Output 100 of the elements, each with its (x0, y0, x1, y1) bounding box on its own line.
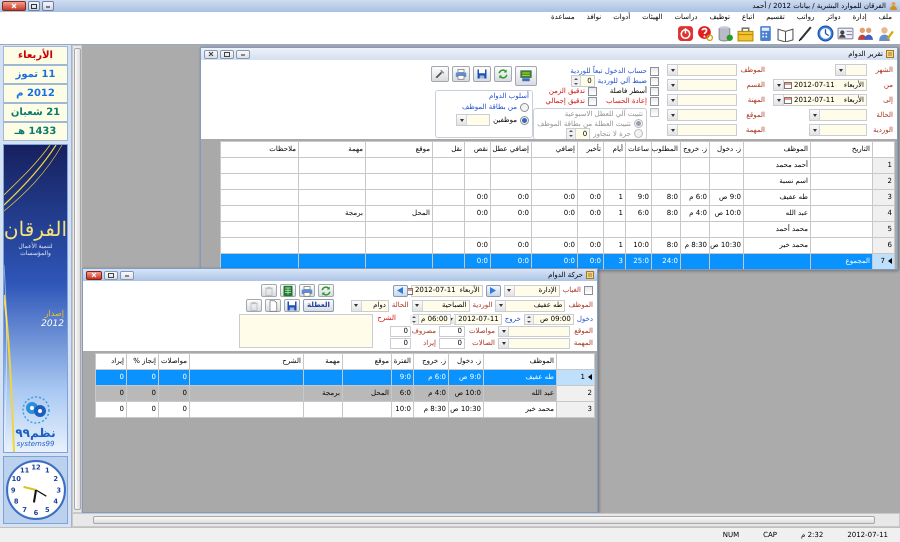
print-button[interactable] (298, 284, 315, 297)
save-icon (286, 300, 298, 312)
left-arrow-icon (397, 287, 404, 294)
spreadsheet-icon (282, 284, 294, 296)
users-icon[interactable] (857, 25, 874, 42)
table-cell (304, 402, 342, 418)
dropdown-field[interactable] (456, 114, 490, 126)
radio-button[interactable] (520, 116, 529, 125)
display-button[interactable] (515, 66, 537, 86)
checkbox[interactable] (650, 86, 659, 96)
delete-button[interactable] (246, 299, 262, 312)
table-cell (298, 190, 366, 206)
save-icon (476, 68, 488, 80)
minimize-button[interactable] (236, 50, 250, 58)
checkbox[interactable] (650, 76, 659, 86)
restore-button[interactable] (28, 0, 40, 11)
pen-icon[interactable] (797, 25, 814, 42)
close-button[interactable] (86, 270, 102, 280)
calculator-icon[interactable] (757, 25, 774, 42)
row-pointer-icon (888, 258, 892, 264)
table-cell (604, 158, 626, 174)
dropdown-field[interactable] (667, 79, 737, 91)
dropdown-field[interactable] (809, 109, 867, 121)
minimize-button[interactable] (42, 0, 54, 11)
table-cell (710, 254, 744, 269)
checkbox[interactable] (588, 86, 597, 96)
dropdown-field[interactable] (809, 124, 867, 136)
vertical-scrollbar[interactable] (72, 45, 82, 513)
restore-button[interactable] (220, 50, 234, 58)
table-cell (532, 158, 578, 174)
table-cell (490, 158, 532, 174)
window-icon (586, 270, 594, 279)
horizontal-scrollbar[interactable] (72, 513, 900, 527)
table-cell (432, 174, 464, 190)
dropdown-field[interactable] (835, 64, 867, 76)
close-button[interactable] (2, 0, 26, 11)
table-cell (680, 254, 710, 269)
table-cell (464, 174, 490, 190)
previous-button[interactable] (392, 284, 408, 296)
dropdown-field[interactable] (667, 124, 737, 136)
checkbox[interactable] (588, 96, 597, 106)
dropdown-field[interactable] (498, 338, 570, 349)
table-cell (490, 222, 532, 238)
refresh-button[interactable] (318, 284, 334, 297)
user-pen-icon[interactable] (877, 25, 894, 42)
checkbox[interactable] (650, 96, 659, 106)
radio-button[interactable] (520, 102, 529, 112)
table-cell (298, 174, 366, 190)
table-cell (578, 222, 604, 238)
table-cell (652, 158, 680, 174)
table-cell (366, 174, 432, 190)
table-cell (366, 190, 432, 206)
dropdown-field[interactable] (667, 64, 737, 76)
date-box: 2012 م (3, 84, 68, 103)
table-cell (432, 222, 464, 238)
table-cell (680, 158, 710, 174)
right-arrow-icon (490, 287, 496, 294)
new-button[interactable] (265, 299, 281, 312)
table-cell (304, 370, 342, 386)
printer-icon (455, 68, 467, 80)
close-icon (208, 51, 214, 57)
refresh-button[interactable] (494, 66, 512, 82)
table-cell (298, 222, 366, 238)
next-button[interactable] (486, 284, 501, 296)
save-button[interactable] (284, 299, 300, 312)
power-icon[interactable] (677, 25, 694, 42)
toolbox-icon[interactable] (737, 25, 754, 42)
monitor-icon (520, 70, 532, 82)
restore-button[interactable] (104, 270, 118, 280)
table-cell (490, 174, 532, 190)
checkbox[interactable] (650, 66, 659, 76)
close-icon (11, 2, 17, 9)
dropdown-field[interactable] (498, 326, 570, 337)
close-icon (91, 272, 97, 278)
table-cell (680, 174, 710, 190)
refresh-icon (497, 68, 509, 80)
table-cell (464, 158, 490, 174)
clock-icon[interactable] (817, 25, 834, 42)
dropdown-field[interactable] (667, 109, 737, 121)
minimize-button[interactable] (120, 270, 134, 280)
table-cell (432, 190, 464, 206)
delete-button[interactable] (260, 284, 277, 297)
table-cell (578, 158, 604, 174)
dropdown-field[interactable] (667, 94, 737, 106)
table-cell (710, 222, 744, 238)
save-button[interactable] (473, 66, 491, 82)
database-icon[interactable] (717, 25, 734, 42)
id-card-icon[interactable] (837, 25, 854, 42)
date-box: 21 شعبان (3, 103, 68, 122)
edition-label: إصدار (44, 309, 64, 319)
tools-button[interactable] (431, 66, 449, 82)
description-field[interactable] (239, 314, 374, 348)
checkbox[interactable] (584, 286, 593, 295)
print-button[interactable] (452, 66, 470, 82)
table-cell (680, 222, 710, 238)
table-cell (652, 174, 680, 190)
app-icon (889, 1, 898, 10)
help-search-icon[interactable] (697, 25, 714, 42)
close-button[interactable] (204, 50, 218, 58)
export-button[interactable] (280, 284, 296, 297)
